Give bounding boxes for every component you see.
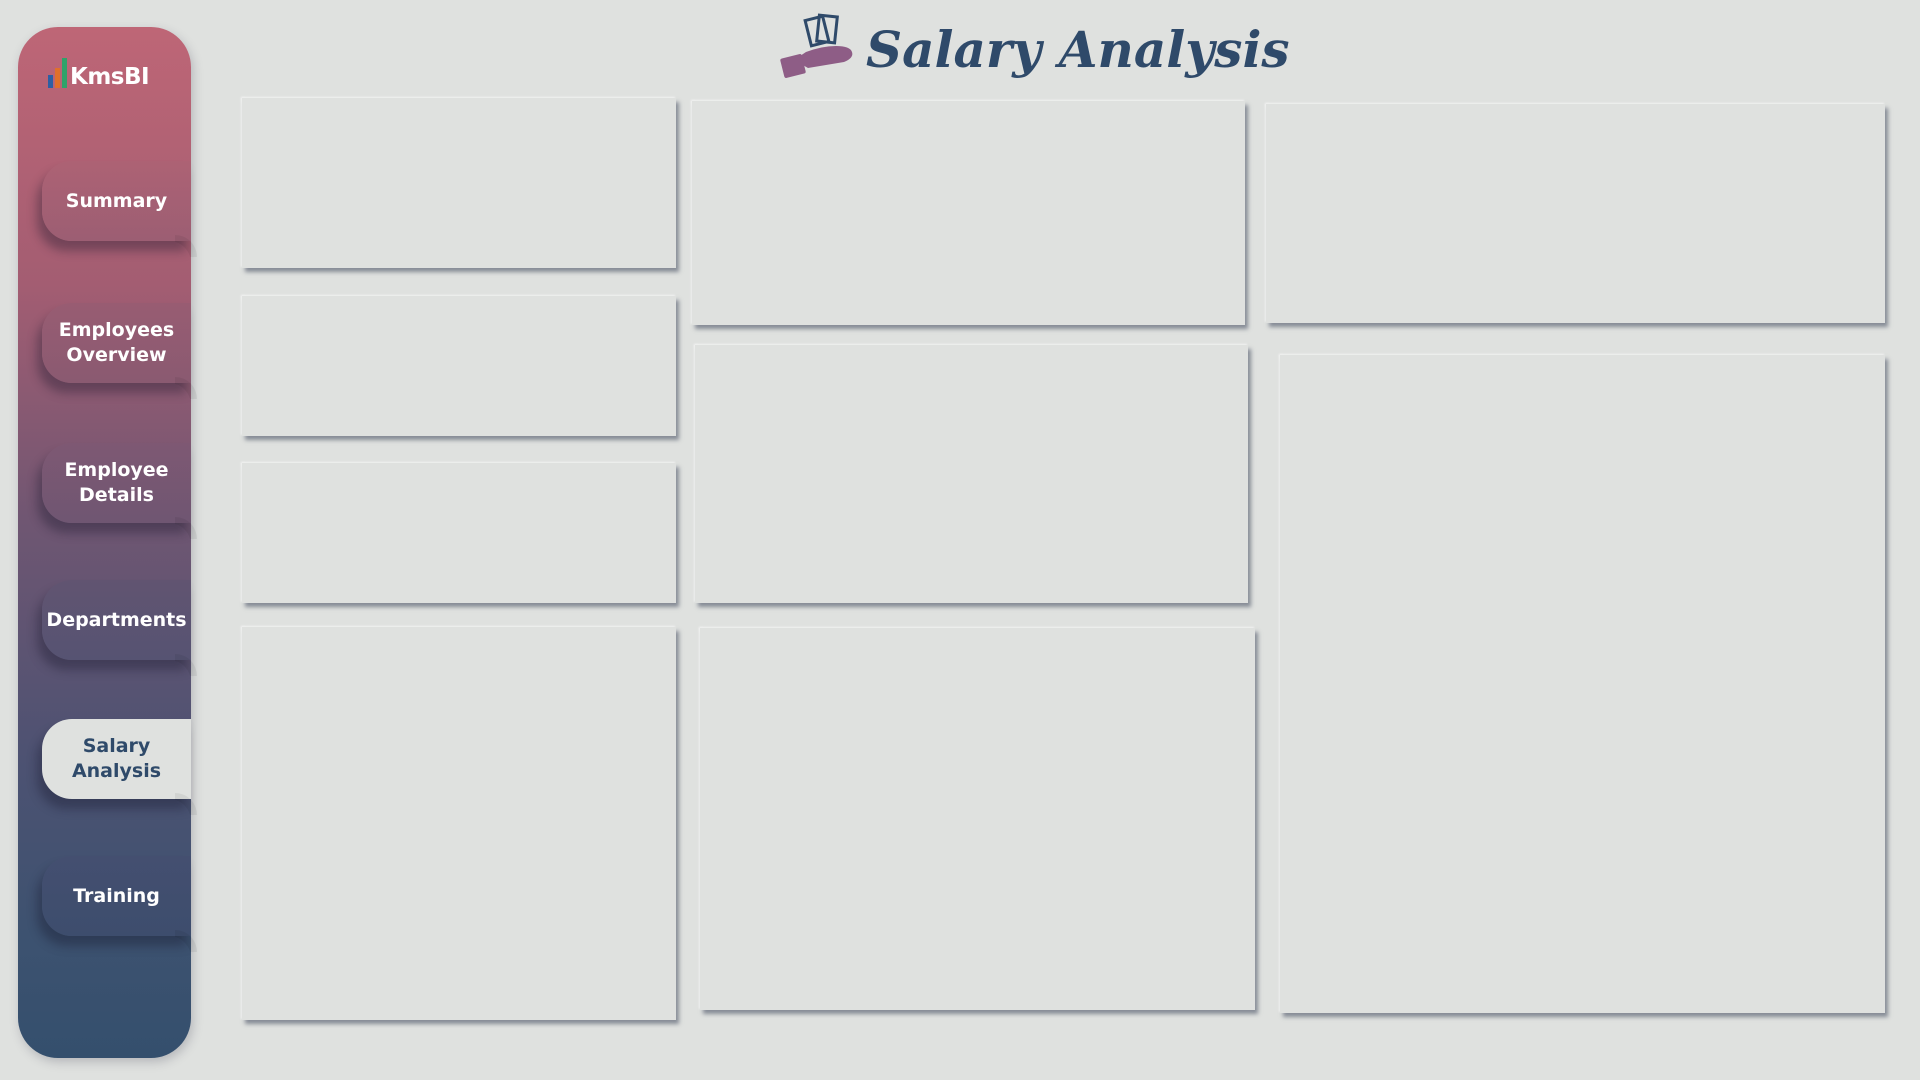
nav-item-label: Employee Details <box>64 459 169 506</box>
nav-item-label: Employees Overview <box>58 319 175 366</box>
nav-item-label: Departments <box>46 608 187 631</box>
logo-text: KmsBI <box>70 64 150 90</box>
nav-item-label: Summary <box>65 189 168 212</box>
page-title: Salary Analysis <box>866 20 1290 79</box>
visual-placeholder-4 <box>242 627 676 1020</box>
visual-placeholder-7 <box>700 628 1255 1010</box>
nav-item-label: Salary Analysis <box>71 735 162 782</box>
nav-item-label: Training <box>73 884 160 907</box>
visual-placeholder-8 <box>1266 104 1885 323</box>
visual-placeholder-1 <box>242 98 676 268</box>
visual-placeholder-3 <box>242 463 676 603</box>
visual-placeholder-9 <box>1280 355 1885 1013</box>
visual-placeholder-2 <box>242 296 676 436</box>
logo: KmsBI <box>48 57 150 91</box>
visual-placeholder-6 <box>695 345 1248 603</box>
nav-item-salary-analysis[interactable]: Salary Analysis <box>42 719 191 799</box>
logo-bars-icon <box>48 58 67 88</box>
visual-placeholder-5 <box>692 101 1245 325</box>
nav-item-summary[interactable]: Summary <box>42 161 191 241</box>
sidebar: KmsBI Summary Employees Overview Employe… <box>18 27 191 1058</box>
nav-item-departments[interactable]: Departments <box>42 580 191 660</box>
nav-item-employee-details[interactable]: Employee Details <box>42 443 191 523</box>
nav-item-employees-overview[interactable]: Employees Overview <box>42 303 191 383</box>
hand-holding-money-icon <box>780 13 853 78</box>
nav-item-training[interactable]: Training <box>42 856 191 936</box>
